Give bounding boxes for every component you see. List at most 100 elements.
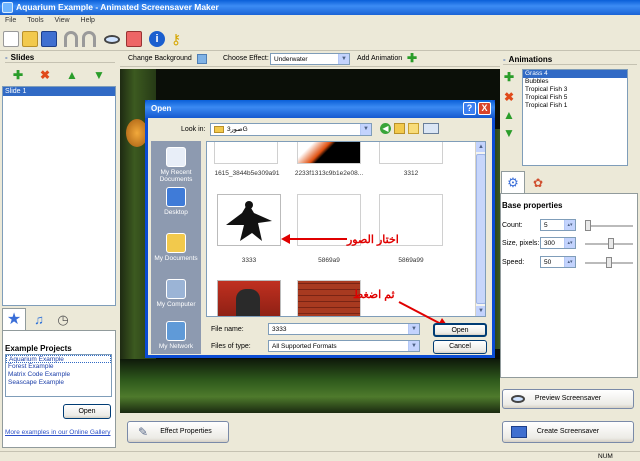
file-thumbnail[interactable] — [379, 142, 443, 164]
preview-eye-icon[interactable] — [104, 35, 120, 44]
background-icon[interactable] — [197, 54, 207, 64]
scroll-up-icon[interactable]: ▲ — [476, 142, 485, 152]
menu-file[interactable]: File — [5, 15, 16, 27]
list-item[interactable]: Grass 4 — [523, 70, 627, 78]
file-name[interactable]: 5869a99 — [371, 257, 451, 264]
file-name[interactable]: 5869a9 — [289, 257, 369, 264]
scrollbar[interactable]: ▲ ▼ — [475, 142, 485, 316]
add-animation-side-icon[interactable]: ✚ — [503, 71, 515, 83]
view-menu-icon[interactable] — [423, 123, 439, 134]
place-recent[interactable]: My Recent Documents — [151, 147, 201, 183]
tab-clock-icon[interactable]: ◷ — [52, 310, 74, 330]
file-name[interactable]: 3312 — [371, 170, 451, 177]
count-spinner[interactable]: 5 ▴▾ — [540, 219, 576, 231]
tab-music-icon[interactable]: ♫ — [28, 310, 50, 330]
files-of-type-select[interactable]: All Supported Formats ▼ — [268, 340, 420, 352]
file-thumbnail[interactable] — [297, 142, 361, 164]
size-value: 300 — [544, 240, 555, 247]
list-item[interactable]: Tropical Fish 1 — [523, 102, 627, 110]
spin-icon: ▴▾ — [564, 220, 575, 230]
slide-item[interactable]: Slide 1 — [3, 87, 115, 96]
tab-effects-star-icon[interactable]: ★ — [2, 308, 26, 330]
add-animation-label[interactable]: Add Animation — [357, 55, 402, 62]
save-icon[interactable] — [41, 31, 57, 47]
example-projects-list[interactable]: Aquarium Example Forest Example Matrix C… — [5, 354, 112, 397]
speed-slider-thumb[interactable] — [606, 257, 612, 268]
app-icon — [2, 2, 13, 13]
menu-view[interactable]: View — [55, 15, 70, 27]
create-screensaver-button[interactable]: Create Screensaver — [502, 421, 634, 443]
dialog-cancel-button[interactable]: Cancel — [433, 340, 487, 354]
menu-help[interactable]: Help — [81, 15, 95, 27]
change-background-label[interactable]: Change Background — [128, 55, 192, 62]
effect-select[interactable]: Underwater ▼ — [270, 53, 350, 65]
place-desktop[interactable]: Desktop — [151, 187, 201, 216]
file-name-input[interactable]: 3333 ▼ — [268, 323, 420, 335]
up-folder-icon[interactable] — [394, 123, 405, 134]
list-item[interactable]: Seascape Example — [6, 379, 111, 387]
file-thumbnail-3333[interactable] — [217, 194, 281, 246]
speed-spinner[interactable]: 50 ▴▾ — [540, 256, 576, 268]
delete-animation-icon[interactable]: ✖ — [503, 91, 515, 103]
my-network-icon — [166, 321, 186, 341]
preview-screensaver-button[interactable]: Preview Screensaver — [502, 389, 634, 409]
tab-palette-icon[interactable]: ✿ — [527, 173, 549, 193]
add-slide-icon[interactable]: ✚ — [12, 69, 24, 81]
animation-down-icon[interactable]: ▼ — [503, 127, 515, 139]
file-name[interactable]: 2233f1313c9b1e2e08... — [289, 170, 369, 177]
speed-label: Speed: — [502, 259, 525, 266]
eye-icon — [511, 395, 525, 403]
look-in-select[interactable]: صور3G ▼ — [210, 123, 372, 136]
tab-settings-gear-icon[interactable]: ⚙ — [501, 171, 525, 193]
menu-tools[interactable]: Tools — [27, 15, 43, 27]
info-icon[interactable]: i — [149, 31, 165, 47]
effect-properties-button[interactable]: ✎ Effect Properties — [127, 421, 229, 443]
place-my-network[interactable]: My Network — [151, 321, 201, 350]
status-bar: NUM — [0, 451, 640, 461]
close-button[interactable]: X — [478, 102, 491, 115]
list-item[interactable]: Aquarium Example — [6, 355, 111, 363]
effect-value: Underwater — [274, 56, 308, 63]
file-thumbnail[interactable] — [217, 280, 281, 316]
delete-slide-icon[interactable]: ✖ — [39, 69, 51, 81]
place-my-documents[interactable]: My Documents — [151, 233, 201, 262]
redo-icon[interactable] — [82, 31, 96, 47]
online-gallery-link[interactable]: More examples in our Online Gallery — [5, 429, 111, 436]
slides-list[interactable]: Slide 1 — [2, 86, 116, 306]
count-slider-thumb[interactable] — [585, 220, 591, 231]
file-name[interactable]: 3333 — [209, 257, 289, 264]
list-item[interactable]: Matrix Code Example — [6, 371, 111, 379]
file-name[interactable]: 1615_3844b5e309a91 — [207, 170, 287, 177]
size-slider-thumb[interactable] — [608, 238, 614, 249]
help-button[interactable]: ? — [463, 102, 476, 115]
scroll-down-icon[interactable]: ▼ — [476, 306, 485, 316]
scroll-thumb[interactable] — [476, 154, 485, 304]
new-icon[interactable] — [3, 31, 19, 47]
move-down-icon[interactable]: ▼ — [93, 69, 105, 81]
size-spinner[interactable]: 300 ▴▾ — [540, 237, 576, 249]
undo-icon[interactable] — [64, 31, 78, 47]
back-icon[interactable]: ◀ — [380, 123, 391, 134]
list-item[interactable]: Forest Example — [6, 363, 111, 371]
animation-up-icon[interactable]: ▲ — [503, 109, 515, 121]
chevron-down-icon: ▼ — [360, 124, 371, 135]
place-my-computer[interactable]: My Computer — [151, 279, 201, 308]
move-up-icon[interactable]: ▲ — [66, 69, 78, 81]
list-item[interactable]: Bubbles — [523, 78, 627, 86]
screensaver-icon[interactable] — [126, 31, 142, 47]
file-thumbnail[interactable] — [297, 280, 361, 316]
list-item[interactable]: Tropical Fish 5 — [523, 94, 627, 102]
new-folder-icon[interactable] — [408, 123, 419, 134]
open-example-button[interactable]: Open — [63, 404, 111, 419]
places-bar: My Recent Documents Desktop My Documents… — [151, 141, 201, 354]
file-list[interactable]: 1615_3844b5e309a91 2233f1313c9b1e2e08...… — [206, 141, 486, 317]
dialog-open-button[interactable]: Open — [433, 323, 487, 337]
list-item[interactable]: Tropical Fish 3 — [523, 86, 627, 94]
count-slider-track[interactable] — [585, 225, 633, 227]
add-animation-icon[interactable]: ✚ — [407, 51, 417, 65]
key-icon[interactable]: ⚷ — [168, 31, 184, 47]
animations-list[interactable]: Grass 4 Bubbles Tropical Fish 3 Tropical… — [522, 69, 628, 166]
file-thumbnail[interactable] — [214, 142, 278, 164]
open-folder-icon[interactable] — [22, 31, 38, 47]
open-dialog-title-bar: Open ? X — [145, 100, 495, 118]
